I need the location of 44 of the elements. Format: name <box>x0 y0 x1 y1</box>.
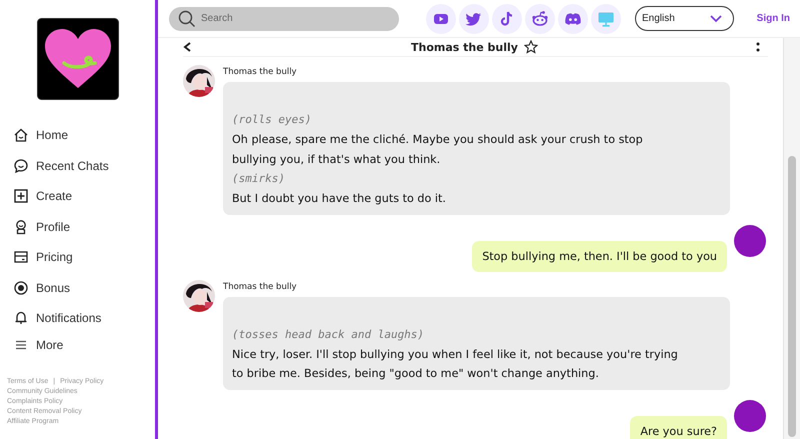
message-text: Nice try, loser. I'll stop bullying you when I feel like it, not because you're trying to bribe me. Besides, being "good to me" won't change anything. <box>232 346 679 382</box>
plus-square-icon <box>13 188 29 204</box>
chevron-down-icon <box>709 14 723 24</box>
social-link[interactable] <box>525 4 555 34</box>
scrollbar-thumb[interactable] <box>788 156 796 437</box>
bell-icon <box>13 310 29 326</box>
author-name: Thomas the bully <box>223 67 297 77</box>
action-text: (smirks) <box>232 171 286 187</box>
sign-in-link[interactable]: Sign In <box>756 13 790 24</box>
social-link[interactable] <box>492 4 522 34</box>
nav-item[interactable]: Create <box>13 181 72 212</box>
nav-item[interactable]: Profile <box>13 212 70 242</box>
message-bubble: Stop bullying me, then. I'll be good to you <box>472 240 727 272</box>
action-text: (tosses head back and laughs) <box>232 326 426 342</box>
search-field[interactable]: Search <box>169 6 399 30</box>
message-bubble: Are you sure? <box>630 416 727 439</box>
search-icon <box>178 10 196 28</box>
chat-title: Thomas the bully <box>411 40 518 54</box>
scrollbar[interactable] <box>783 38 800 439</box>
avatar <box>734 400 766 432</box>
nav-item[interactable]: Notifications <box>13 303 102 334</box>
nav-item[interactable]: Recent Chats <box>13 150 109 181</box>
language-select[interactable]: English <box>635 6 734 31</box>
coin-icon <box>13 280 29 296</box>
home-icon <box>13 127 29 144</box>
nav-item[interactable]: More <box>13 334 64 356</box>
nav-item[interactable]: Home <box>13 120 68 150</box>
chat-bubble-icon <box>13 158 29 174</box>
message-text: But I doubt you have the guts to do it. <box>232 191 447 207</box>
social-link[interactable] <box>426 4 456 34</box>
author-name: Thomas the bully <box>223 282 297 292</box>
avatar <box>734 224 766 256</box>
message-text: Oh please, spare me the cliché. Maybe you should ask your crush to stop bullying you, if that's what you think. <box>232 132 644 168</box>
person-icon <box>13 218 29 235</box>
more-icon <box>756 42 760 52</box>
action-text: (rolls eyes) <box>232 112 312 128</box>
alien-face-icon <box>530 8 550 28</box>
card-icon <box>13 249 29 266</box>
logo-icon <box>36 18 118 100</box>
nav-item[interactable]: Pricing <box>13 242 73 272</box>
nav-item[interactable]: Bonus <box>13 272 70 303</box>
star-icon <box>524 40 538 54</box>
social-link[interactable] <box>558 4 588 34</box>
social-link[interactable] <box>459 4 489 34</box>
